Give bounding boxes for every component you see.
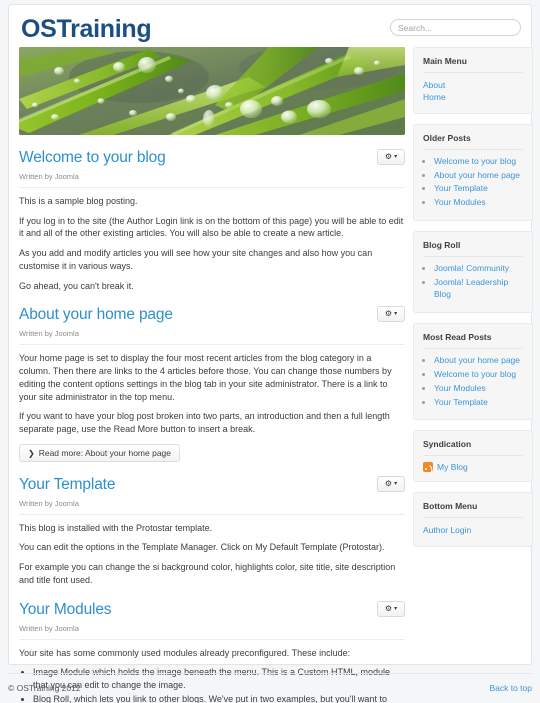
search-container xyxy=(390,19,521,36)
article-title[interactable]: About your home page xyxy=(19,306,405,324)
module-main-menu: Main Menu About Home xyxy=(413,47,533,114)
article-author: Written by Joomla xyxy=(19,624,405,640)
most-read-link[interactable]: About your home page xyxy=(434,355,520,365)
list-item: Welcome to your blog xyxy=(434,156,523,168)
grass-waterdrops-illustration xyxy=(19,47,405,135)
article-options-button[interactable]: ⚙ ▾ xyxy=(377,600,405,617)
article-title[interactable]: Welcome to your blog xyxy=(19,149,405,167)
article-paragraph: If you log in to the site (the Author Lo… xyxy=(19,215,404,239)
chevron-down-icon: ▾ xyxy=(394,605,398,612)
module-title: Blog Roll xyxy=(423,240,523,258)
article-paragraph: As you add and modify articles you will … xyxy=(19,248,373,271)
article-title[interactable]: Your Modules xyxy=(19,601,405,619)
bottom-menu-links: Author Login xyxy=(423,524,523,536)
older-post-link[interactable]: Welcome to your blog xyxy=(434,156,516,166)
article-author: Written by Joomla xyxy=(19,172,405,188)
read-more-label: Read more: About your home page xyxy=(38,447,172,458)
sidebar-item-author-login[interactable]: Author Login xyxy=(423,524,523,536)
article-paragraph: Your site has some commonly used modules… xyxy=(19,647,351,658)
most-read-link[interactable]: Your Template xyxy=(434,397,488,407)
syndication-row[interactable]: My Blog xyxy=(423,462,523,473)
gear-icon: ⚙ xyxy=(384,603,393,613)
search-input[interactable] xyxy=(390,19,521,36)
article-options-button[interactable]: ⚙ ▾ xyxy=(377,475,405,492)
list-item: About your home page xyxy=(434,355,523,367)
gear-icon: ⚙ xyxy=(384,152,393,161)
module-title: Most Read Posts xyxy=(423,332,523,349)
list-item: Your Template xyxy=(434,183,523,195)
footer-copyright: © OSTraining 2012 xyxy=(8,683,81,693)
module-title: Older Posts xyxy=(423,133,523,150)
chevron-right-icon: ❯ xyxy=(28,448,35,458)
module-most-read-posts: Most Read Posts About your home page Wel… xyxy=(413,322,533,421)
syndication-link[interactable]: My Blog xyxy=(437,462,468,472)
gear-icon: ⚙ xyxy=(384,309,393,319)
list-item: Joomla! Leadership Blog xyxy=(434,277,523,301)
rss-feed-icon xyxy=(423,462,433,473)
article-about-your-home-page: ⚙ ▾ About your home page Written by Joom… xyxy=(19,306,405,462)
sidebar-column: Main Menu About Home Older Posts Welcome… xyxy=(413,47,533,557)
chevron-down-icon: ▾ xyxy=(394,154,398,160)
older-post-link[interactable]: About your home page xyxy=(434,170,520,180)
module-title: Syndication xyxy=(423,439,523,457)
blog-roll-link[interactable]: Joomla! Leadership Blog xyxy=(434,277,508,299)
module-older-posts: Older Posts Welcome to your blog About y… xyxy=(413,123,533,222)
list-item: Joomla! Community xyxy=(434,263,523,275)
list-item: About your home page xyxy=(434,170,523,182)
article-options-button[interactable]: ⚙ ▾ xyxy=(377,306,405,323)
older-post-link[interactable]: Your Modules xyxy=(434,197,486,207)
main-content-column: ⚙ ▾ Welcome to your blog Written by Joom… xyxy=(19,47,405,703)
most-read-list: About your home page Welcome to your blo… xyxy=(423,355,523,409)
list-item: Your Modules xyxy=(434,383,523,395)
article-paragraph: You can edit the options in the Template… xyxy=(19,542,385,553)
gear-icon: ⚙ xyxy=(384,478,393,488)
read-more-button[interactable]: ❯ Read more: About your home page xyxy=(19,443,181,462)
article-paragraph: For example you can change the si backgr… xyxy=(19,562,396,585)
article-paragraph: This blog is installed with the Protosta… xyxy=(19,522,213,533)
list-item: Blog Roll, which lets you link to other … xyxy=(33,693,405,703)
list-item: Your Template xyxy=(434,397,523,409)
older-post-link[interactable]: Your Template xyxy=(434,183,488,193)
page-root: OSTraining Search... ⚙ ▾ Welcome to your… xyxy=(0,0,540,703)
article-options-button[interactable]: ⚙ ▾ xyxy=(377,149,405,165)
module-title: Main Menu xyxy=(423,56,523,73)
site-brand-title: OSTraining xyxy=(21,15,152,43)
module-title: Bottom Menu xyxy=(423,501,523,519)
main-menu-links: About Home xyxy=(423,79,523,104)
article-paragraph: This is a sample blog posting. xyxy=(19,195,138,206)
article-author: Written by Joomla xyxy=(19,329,405,346)
page-footer: © OSTraining 2012 Back to top xyxy=(8,673,532,693)
module-blog-roll: Blog Roll Joomla! Community Joomla! Lead… xyxy=(413,231,533,313)
blog-roll-link[interactable]: Joomla! Community xyxy=(434,263,509,273)
module-bottom-menu: Bottom Menu Author Login xyxy=(413,492,533,547)
sidebar-item-about[interactable]: About xyxy=(423,79,523,91)
site-container: OSTraining Search... ⚙ ▾ Welcome to your… xyxy=(8,4,533,703)
list-item: Your Modules xyxy=(434,197,523,209)
article-paragraph: Your home page is set to display the fou… xyxy=(19,353,392,402)
article-author: Written by Joomla xyxy=(19,499,405,515)
article-paragraph: Go ahead, you can't break it. xyxy=(19,280,134,291)
article-your-template: ⚙ ▾ Your Template Written by Joomla This… xyxy=(19,475,405,587)
older-posts-list: Welcome to your blog About your home pag… xyxy=(423,156,523,210)
back-to-top-link[interactable]: Back to top xyxy=(489,683,532,693)
chevron-down-icon: ▾ xyxy=(394,480,398,487)
article-paragraph: If you want to have your blog post broke… xyxy=(19,411,390,435)
most-read-link[interactable]: Welcome to your blog xyxy=(434,369,516,379)
chevron-down-icon: ▾ xyxy=(394,311,398,318)
module-syndication: Syndication My Blog xyxy=(413,430,533,483)
blog-roll-list: Joomla! Community Joomla! Leadership Blo… xyxy=(423,263,523,301)
list-item: Welcome to your blog xyxy=(434,369,523,381)
sidebar-item-home[interactable]: Home xyxy=(423,91,523,103)
article-welcome-to-your-blog: ⚙ ▾ Welcome to your blog Written by Joom… xyxy=(19,149,405,292)
header-banner-image xyxy=(19,47,405,135)
most-read-link[interactable]: Your Modules xyxy=(434,383,486,393)
article-title[interactable]: Your Template xyxy=(19,476,405,494)
